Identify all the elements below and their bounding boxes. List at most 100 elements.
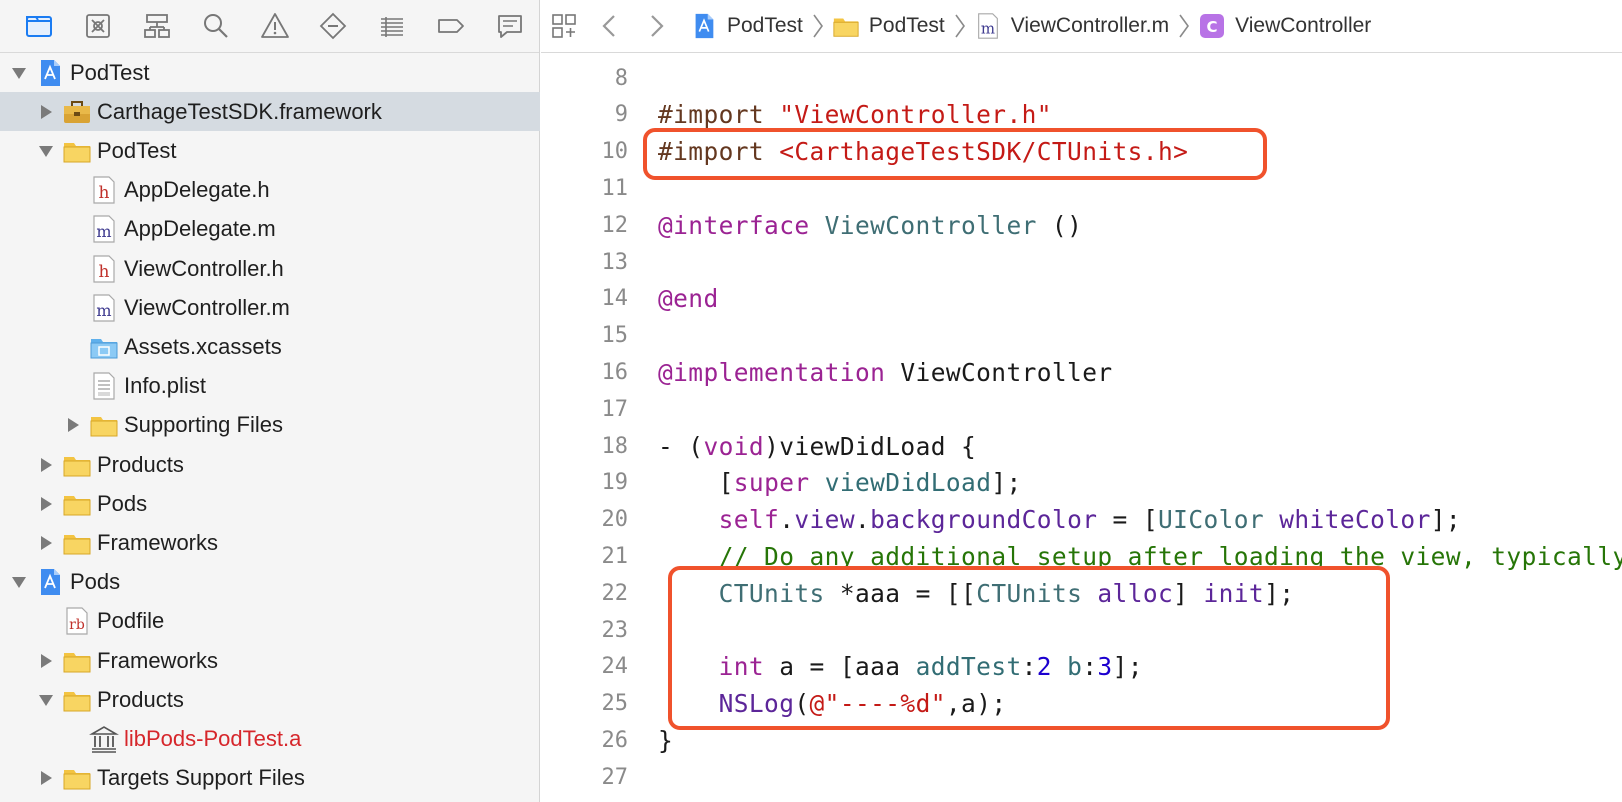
xcode-project-icon — [689, 11, 719, 41]
disclosure-triangle-collapsed-icon[interactable] — [35, 767, 57, 789]
code-token: [ — [658, 468, 734, 498]
code-line[interactable]: 8 — [541, 59, 1622, 97]
code-line[interactable]: 13 — [541, 243, 1622, 281]
code-line[interactable]: 20 self.view.backgroundColor = [UIColor … — [541, 501, 1622, 539]
tree-row[interactable]: CarthageTestSDK.framework — [0, 92, 540, 132]
tree-row[interactable]: Targets Support Files — [0, 759, 540, 798]
code-text: - (void)viewDidLoad { — [658, 432, 976, 461]
breadcrumb-item[interactable]: C ViewController — [1197, 11, 1371, 41]
tree-row[interactable]: libPods-PodTest.a — [0, 719, 540, 758]
code-line[interactable]: 27 — [541, 758, 1622, 796]
tree-row[interactable]: PodTest — [0, 53, 540, 92]
code-token: @implementation — [658, 357, 901, 387]
tree-row[interactable]: Pods — [0, 563, 540, 602]
code-text: } — [658, 726, 673, 755]
svg-text:rb: rb — [69, 617, 85, 633]
tree-row[interactable]: Frameworks — [0, 641, 540, 680]
tree-row[interactable]: rb Podfile — [0, 602, 540, 641]
jump-bar: PodTest PodTest m ViewController.m C ViewCont… — [541, 0, 1622, 53]
tree-row[interactable]: m ViewController.m — [0, 288, 540, 327]
tree-item-label: ViewController.h — [124, 255, 284, 281]
source-editor[interactable]: 8 9 #import "ViewController.h" 10 #import <C… — [541, 54, 1622, 802]
disclosure-triangle-expanded-icon[interactable] — [8, 62, 30, 84]
back-button[interactable] — [587, 0, 633, 53]
tree-row[interactable]: PodTest — [0, 131, 540, 170]
xcode-project-icon — [35, 58, 65, 88]
debug-navigator-button[interactable] — [363, 0, 422, 53]
tree-item-label: PodTest — [70, 59, 150, 85]
code-line[interactable]: 15 — [541, 317, 1622, 355]
tree-item-label: Supporting Files — [124, 412, 283, 438]
issue-navigator-button[interactable] — [245, 0, 304, 53]
disclosure-triangle-collapsed-icon[interactable] — [35, 532, 57, 554]
tree-item-label: Products — [97, 451, 184, 477]
tree-row[interactable]: Assets.xcassets — [0, 327, 540, 366]
folder-icon — [62, 528, 92, 558]
breadcrumb-item[interactable]: m ViewController.m — [973, 11, 1169, 41]
symbol-navigator-button[interactable] — [128, 0, 187, 53]
breadcrumb: PodTest PodTest m ViewController.m C ViewCont… — [689, 11, 1377, 41]
svg-text:m: m — [96, 301, 111, 320]
tree-row[interactable]: h ViewController.h — [0, 249, 540, 288]
tree-row[interactable]: h AppDelegate.h — [0, 171, 540, 210]
tree-row[interactable]: m AppDelegate.m — [0, 210, 540, 249]
line-number: 26 — [601, 727, 629, 753]
disclosure-triangle-expanded-icon[interactable] — [35, 140, 57, 162]
disclosure-triangle-collapsed-icon[interactable] — [35, 650, 57, 672]
line-number: 27 — [601, 764, 629, 790]
source-control-navigator-button[interactable] — [69, 0, 128, 53]
disclosure-triangle-expanded-icon[interactable] — [35, 689, 57, 711]
line-number: 24 — [601, 654, 629, 680]
code-line[interactable]: 14 @end — [541, 280, 1622, 318]
framework-icon — [62, 97, 92, 127]
breadcrumb-item[interactable]: PodTest — [831, 11, 945, 41]
folder-icon — [26, 16, 53, 37]
folder-icon — [62, 136, 92, 166]
search-icon — [203, 14, 228, 38]
disclosure-triangle-collapsed-icon[interactable] — [35, 493, 57, 515]
disclosure-triangle-collapsed-icon[interactable] — [35, 101, 57, 123]
code-line[interactable]: 19 [super viewDidLoad]; — [541, 464, 1622, 502]
tree-row[interactable]: Products — [0, 445, 540, 484]
forward-button[interactable] — [633, 0, 679, 53]
source-control-icon — [86, 14, 111, 38]
code-text: [super viewDidLoad]; — [658, 468, 1022, 497]
code-token: super — [733, 468, 810, 498]
breadcrumb-label: ViewController — [1235, 14, 1372, 37]
breadcrumb-label: ViewController.m — [1010, 14, 1170, 37]
tree-row[interactable]: Supporting Files — [0, 406, 540, 445]
related-items-button[interactable] — [541, 0, 587, 53]
file-tree: PodTest CarthageTestSDK.framework PodTest h… — [0, 53, 540, 798]
line-number: 8 — [614, 65, 628, 91]
disclosure-triangle-expanded-icon[interactable] — [8, 571, 30, 593]
tree-row[interactable]: Pods — [0, 484, 540, 523]
folder-icon — [62, 489, 92, 519]
highlight-box-usage — [668, 566, 1390, 730]
project-navigator-button[interactable] — [10, 0, 69, 53]
find-navigator-button[interactable] — [186, 0, 245, 53]
breakpoint-navigator-button[interactable] — [421, 0, 480, 53]
disclosure-triangle-collapsed-icon[interactable] — [35, 454, 57, 476]
code-token: - ( — [658, 431, 704, 461]
code-token: } — [658, 725, 674, 755]
svg-text:h: h — [99, 262, 110, 282]
tree-row[interactable]: Info.plist — [0, 367, 540, 406]
code-token: "ViewController.h" — [779, 100, 1052, 130]
folder-icon — [831, 11, 861, 41]
code-line[interactable]: 12 @interface ViewController () — [541, 206, 1622, 244]
code-line[interactable]: 18 - (void)viewDidLoad { — [541, 427, 1622, 465]
code-token: whiteColor — [1279, 505, 1431, 535]
code-line[interactable]: 16 @implementation ViewController — [541, 353, 1622, 391]
tree-row[interactable]: Products — [0, 680, 540, 719]
navigator-toolbar — [0, 0, 539, 53]
implementation-file-icon: m — [89, 214, 119, 244]
code-line[interactable]: 17 — [541, 390, 1622, 428]
report-navigator-button[interactable] — [480, 0, 539, 53]
tree-row[interactable]: Frameworks — [0, 523, 540, 562]
disclosure-triangle-collapsed-icon[interactable] — [62, 414, 84, 436]
code-token: self — [718, 505, 780, 535]
breadcrumb-item[interactable]: PodTest — [689, 11, 803, 41]
test-navigator-button[interactable] — [304, 0, 363, 53]
line-number: 20 — [601, 507, 629, 533]
